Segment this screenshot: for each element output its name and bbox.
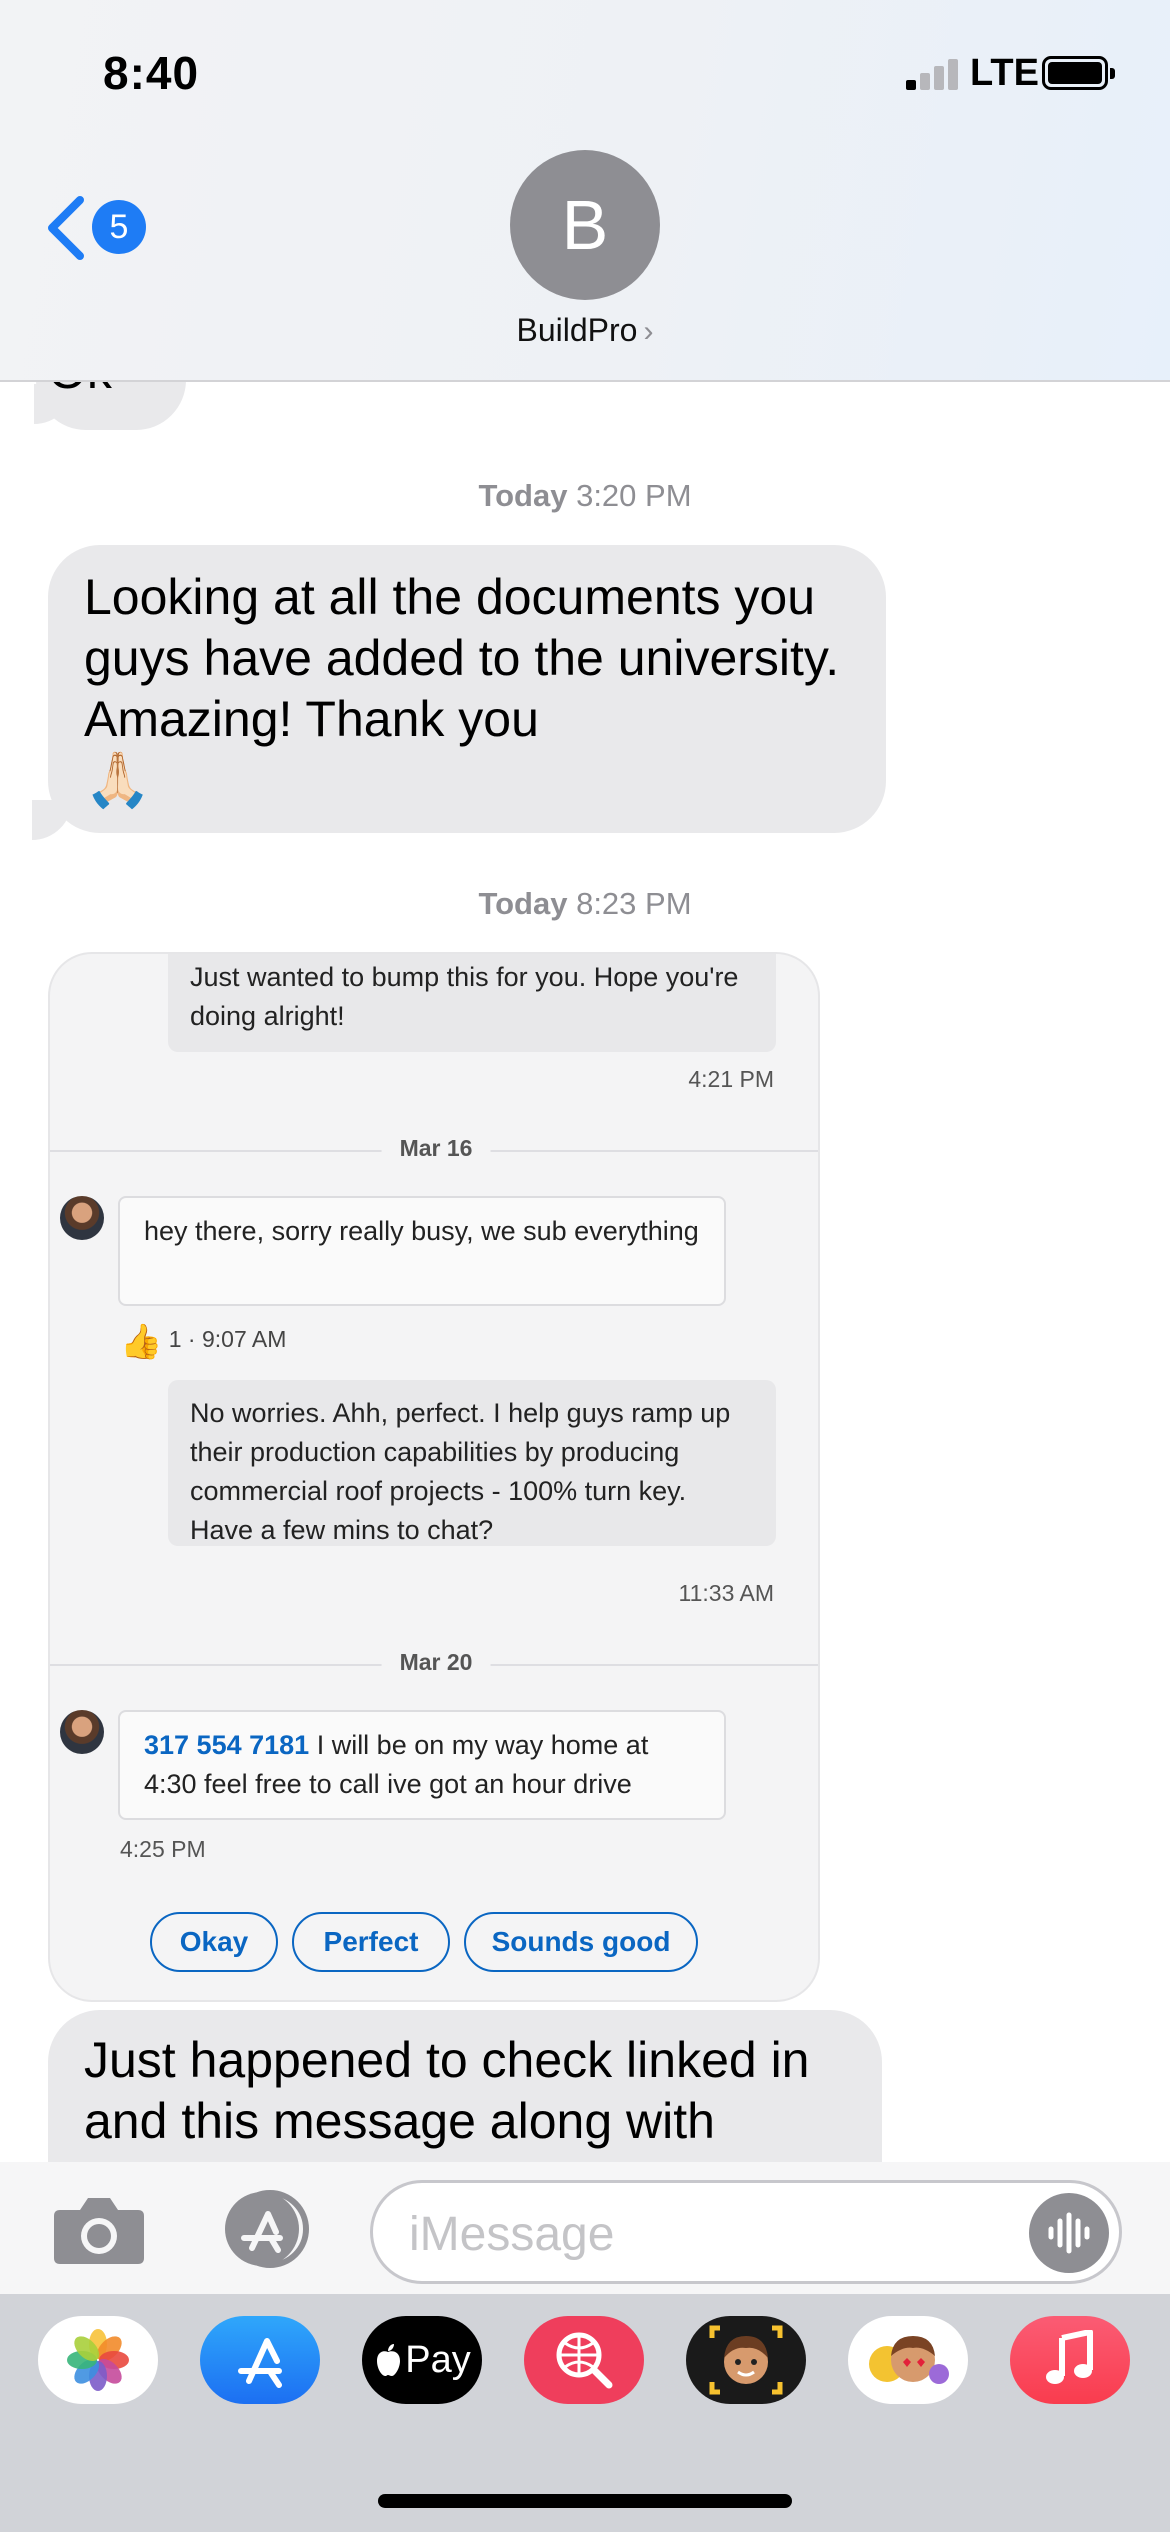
waveform-icon	[1048, 2212, 1090, 2254]
folded-hands-icon: 🙏🏻	[84, 750, 152, 810]
linkedin-sent-message: No worries. Ahh, perfect. I help guys ra…	[168, 1380, 776, 1546]
apple-pay-app-button[interactable]: Pay	[362, 2316, 482, 2404]
linkedin-reaction: 👍 1 · 9:07 AM	[120, 1323, 287, 1361]
image-search-app-button[interactable]	[524, 2316, 644, 2404]
music-note-icon	[1046, 2330, 1093, 2384]
quick-reply-sounds-good[interactable]: Sounds good	[464, 1912, 698, 1972]
unread-count-badge: 5	[92, 200, 146, 254]
app-store-icon	[225, 2190, 309, 2268]
linkedin-date-divider: Mar 20	[50, 1649, 818, 1676]
message-input-bar: iMessage	[0, 2162, 1170, 2294]
imessage-app-drawer: Pay	[0, 2294, 1170, 2532]
chevron-right-icon: ›	[643, 315, 654, 348]
timestamp: Today 3:20 PM	[0, 478, 1170, 514]
imessage-placeholder: iMessage	[409, 2208, 615, 2261]
memoji-stickers-app-button[interactable]	[848, 2316, 968, 2404]
status-time: 8:40	[103, 47, 200, 99]
linkedin-sender-avatar	[60, 1710, 104, 1754]
thumbs-up-icon: 👍	[120, 1323, 163, 1361]
quick-reply-okay[interactable]: Okay	[150, 1912, 278, 1972]
app-store-app-button[interactable]	[200, 2316, 320, 2404]
imessage-input[interactable]: iMessage	[370, 2180, 1122, 2284]
linkedin-message-time: 9:07 AM	[201, 1326, 287, 1352]
phone-number-link[interactable]: 317 554 7181	[144, 1730, 309, 1760]
globe-search-icon	[556, 2332, 613, 2389]
camera-icon	[54, 2198, 144, 2264]
message-text: Just happened to check linked in and thi…	[84, 2032, 810, 2149]
contact-name-button[interactable]: BuildPro ›	[0, 312, 1170, 349]
message-text: Looking at all the documents you guys ha…	[84, 569, 840, 747]
linkedin-sender-avatar	[60, 1196, 104, 1240]
linkedin-received-message: 317 554 7181 I will be on my way home at…	[118, 1710, 726, 1820]
linkedin-date-divider: Mar 16	[50, 1135, 818, 1162]
quick-reply-perfect[interactable]: Perfect	[292, 1912, 450, 1972]
memoji-face-icon	[709, 2325, 783, 2395]
apple-logo-icon	[377, 2344, 401, 2376]
message-bubble[interactable]: Looking at all the documents you guys ha…	[48, 545, 886, 833]
bubble-tail	[32, 800, 72, 840]
camera-button[interactable]	[52, 2194, 146, 2266]
reaction-count: 1	[168, 1326, 182, 1352]
linkedin-received-message: hey there, sorry really busy, we sub eve…	[118, 1196, 726, 1306]
home-indicator[interactable]	[378, 2494, 792, 2508]
memoji-stickers-icon	[869, 2336, 949, 2384]
app-store-icon	[238, 2338, 282, 2388]
linkedin-screenshot-image[interactable]: Just wanted to bump this for you. Hope y…	[48, 952, 820, 2002]
contact-name: BuildPro	[516, 312, 638, 348]
timestamp-time: 8:23 PM	[576, 886, 692, 921]
conversation-header: 8:40 LTE 5 B BuildPro ›	[0, 0, 1170, 382]
photos-icon	[67, 2329, 129, 2391]
signal-strength-icon	[906, 58, 958, 90]
photos-app-button[interactable]	[38, 2316, 158, 2404]
linkedin-date-label: Mar 20	[381, 1649, 491, 1676]
apple-pay-label: Pay	[405, 2338, 471, 2381]
back-button[interactable]: 5	[44, 186, 154, 266]
timestamp-day: Today	[478, 886, 568, 921]
contact-avatar[interactable]: B	[510, 150, 660, 300]
timestamp: Today 8:23 PM	[0, 886, 1170, 922]
timestamp-day: Today	[478, 478, 568, 513]
network-type: LTE	[970, 52, 1039, 94]
music-app-button[interactable]	[1010, 2316, 1130, 2404]
timestamp-time: 3:20 PM	[576, 478, 692, 513]
chevron-left-icon	[48, 196, 84, 260]
audio-message-button[interactable]	[1029, 2193, 1109, 2273]
linkedin-sent-message: Just wanted to bump this for you. Hope y…	[168, 954, 776, 1052]
linkedin-message-time: 4:21 PM	[688, 1066, 774, 1092]
linkedin-date-label: Mar 16	[381, 1135, 491, 1162]
linkedin-message-time: 11:33 AM	[678, 1580, 774, 1606]
app-store-apps-button[interactable]	[210, 2190, 316, 2268]
linkedin-message-time: 4:25 PM	[120, 1836, 206, 1862]
memoji-camera-app-button[interactable]	[686, 2316, 806, 2404]
battery-icon	[1042, 56, 1115, 90]
